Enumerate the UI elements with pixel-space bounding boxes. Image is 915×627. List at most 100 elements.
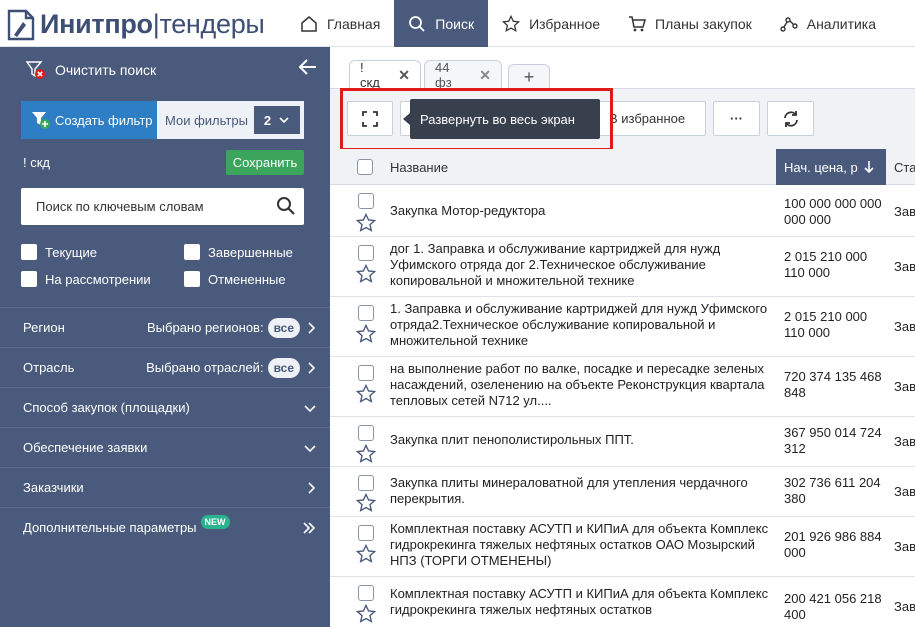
my-filters-count-select[interactable]: 2 [254, 106, 300, 134]
table-row[interactable]: Комплектная поставку АСУТП и КИПиА для о… [330, 517, 915, 577]
row-status: Зав [894, 204, 915, 219]
row-price: 720 374 135 468 848 [784, 369, 882, 400]
section-region[interactable]: Регион Выбрано регионов: все [0, 307, 330, 347]
row-status: Зав [894, 539, 915, 554]
collapse-sidebar-icon[interactable] [298, 57, 318, 80]
chevron-right-icon [308, 361, 316, 374]
nav-analytics[interactable]: Аналитика [766, 0, 890, 47]
star-icon[interactable] [356, 444, 376, 464]
tab-skd[interactable]: ! скд ✕ [349, 60, 421, 90]
row-name[interactable]: Закупка плиты минераловатной для утеплен… [390, 475, 770, 507]
filter-buttons: Создать фильтр Мои фильтры 2 [21, 101, 304, 139]
row-name[interactable]: Комплектная поставку АСУТП и КИПиА для о… [390, 586, 770, 618]
section-security[interactable]: Обеспечение заявки [0, 427, 330, 467]
search-icon[interactable] [276, 196, 296, 216]
row-price: 100 000 000 000 000 000 [784, 196, 882, 227]
add-tab-button[interactable]: + [508, 64, 550, 89]
customers-label: Заказчики [23, 480, 84, 495]
checkbox-current[interactable]: Текущие [21, 244, 97, 260]
table-row[interactable]: на выполнение работ по валке, посадке и … [330, 357, 915, 417]
tab-44fz[interactable]: 44 фз ✕ [424, 60, 502, 90]
row-checkbox[interactable] [358, 475, 374, 491]
close-icon[interactable]: ✕ [398, 67, 410, 84]
industry-pill[interactable]: все [267, 357, 300, 378]
section-method[interactable]: Способ закупок (площадки) [0, 387, 330, 427]
star-icon[interactable] [356, 324, 376, 344]
table-row[interactable]: Комплектная поставку АСУТП и КИПиА для о… [330, 577, 915, 627]
section-extra-params[interactable]: Дополнительные параметры NEW [0, 507, 330, 547]
row-price: 200 421 056 218 400 [784, 591, 882, 622]
chevron-down-icon [304, 444, 316, 452]
nav-search[interactable]: Поиск [394, 0, 489, 47]
nav-favorites[interactable]: Избранное [488, 0, 614, 47]
star-icon[interactable] [356, 213, 376, 233]
clear-search-label: Очистить поиск [55, 62, 157, 78]
save-filter-button[interactable]: Сохранить [226, 150, 304, 175]
row-checkbox[interactable] [358, 245, 374, 261]
refresh-button[interactable] [767, 101, 814, 136]
section-customers[interactable]: Заказчики [0, 467, 330, 507]
chevron-right-icon [308, 481, 316, 494]
nav-home[interactable]: Главная [286, 0, 394, 47]
close-icon[interactable]: ✕ [479, 67, 491, 84]
table-row[interactable]: Закупка плиты минераловатной для утеплен… [330, 467, 915, 517]
table-row[interactable]: Закупка плит пенополистирольных ППТ. 367… [330, 417, 915, 467]
row-name[interactable]: дог 1. Заправка и обслуживание картридже… [390, 241, 770, 289]
row-checkbox[interactable] [358, 585, 374, 601]
logo-mark-icon [6, 8, 36, 41]
nav-analytics-label: Аналитика [806, 15, 877, 32]
star-icon[interactable] [356, 493, 376, 513]
checkbox-box[interactable] [184, 244, 200, 260]
row-checkbox[interactable] [358, 305, 374, 321]
filter-add-icon [32, 112, 50, 129]
keyword-search-input[interactable]: Поиск по ключевым словам [21, 188, 304, 225]
row-name[interactable]: Закупка Мотор-редуктора [390, 203, 770, 219]
search-icon [409, 15, 425, 32]
industry-selected-text: Выбрано отраслей: [146, 360, 264, 375]
my-filters-button[interactable]: Мои фильтры 2 [157, 101, 304, 139]
row-price: 2 015 210 000 110 000 [784, 309, 868, 340]
region-selected-text: Выбрано регионов: [147, 320, 264, 335]
row-checkbox[interactable] [358, 425, 374, 441]
checkbox-box[interactable] [21, 244, 37, 260]
column-price-label: Нач. цена, р [784, 159, 858, 175]
table-row[interactable]: Закупка Мотор-редуктора 100 000 000 000 … [330, 185, 915, 237]
checkbox-cancelled[interactable]: Отмененные [184, 271, 286, 287]
column-price[interactable]: Нач. цена, р [776, 149, 886, 185]
column-name[interactable]: Название [390, 149, 448, 185]
chevron-right-icon [308, 321, 316, 334]
table-row[interactable]: 1. Заправка и обслуживание картриджей дл… [330, 297, 915, 357]
logo[interactable]: Инитпро|тендеры [6, 6, 265, 42]
star-icon[interactable] [356, 544, 376, 564]
checkbox-completed[interactable]: Завершенные [184, 244, 293, 260]
logo-name-rest: тендеры [159, 8, 265, 39]
star-icon [502, 14, 521, 32]
checkbox-box[interactable] [357, 159, 373, 175]
star-icon[interactable] [356, 384, 376, 404]
row-name[interactable]: 1. Заправка и обслуживание картриджей дл… [390, 301, 770, 349]
checkbox-review[interactable]: На рассмотрении [21, 271, 151, 287]
row-checkbox[interactable] [358, 525, 374, 541]
more-button[interactable]: ··· [713, 101, 760, 136]
select-all-checkbox[interactable] [357, 149, 373, 185]
region-pill[interactable]: все [267, 317, 300, 338]
star-icon[interactable] [356, 264, 376, 284]
clear-search-button[interactable]: Очистить поиск [25, 59, 156, 81]
column-status[interactable]: Ста [894, 149, 915, 185]
nav-plans[interactable]: Планы закупок [614, 0, 766, 47]
create-filter-button[interactable]: Создать фильтр [21, 101, 157, 139]
checkbox-box[interactable] [184, 271, 200, 287]
section-industry[interactable]: Отрасль Выбрано отраслей: все [0, 347, 330, 387]
row-name[interactable]: Закупка плит пенополистирольных ППТ. [390, 432, 770, 448]
row-name[interactable]: Комплектная поставку АСУТП и КИПиА для о… [390, 521, 770, 569]
row-price: 367 950 014 724 312 [784, 425, 882, 456]
star-icon[interactable] [356, 604, 376, 624]
row-name[interactable]: на выполнение работ по валке, посадке и … [390, 361, 770, 409]
row-checkbox[interactable] [358, 365, 374, 381]
more-icon: ··· [730, 111, 743, 126]
row-checkbox[interactable] [358, 193, 374, 209]
row-status: Зав [894, 484, 915, 499]
checkbox-box[interactable] [21, 271, 37, 287]
add-to-favorites-button[interactable]: В избранное [598, 101, 706, 136]
table-row[interactable]: дог 1. Заправка и обслуживание картридже… [330, 237, 915, 297]
